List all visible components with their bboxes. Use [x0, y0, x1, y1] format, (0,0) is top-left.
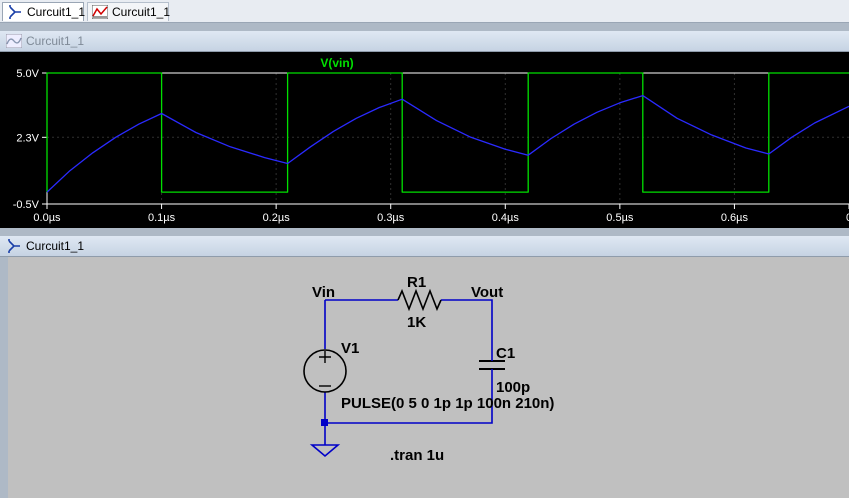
tab-label: Curcuit1_1 [112, 5, 171, 19]
x-tick-label: 0.5µs [606, 212, 634, 224]
spice-directive[interactable]: .tran 1u [390, 447, 444, 464]
waveform-icon [5, 33, 23, 49]
v1-name-label[interactable]: V1 [341, 340, 359, 357]
schematic-window-titlebar[interactable]: Curcuit1_1 [0, 236, 849, 257]
waveform-chart: 5.0V 2.3V -0.5V0.0µs 0.1µs 0.2µs 0.3µs 0.4µs 0.… [13, 56, 849, 224]
voltage-source-v1[interactable] [303, 349, 347, 393]
plot-axes: 5.0V 2.3V -0.5V0.0µs 0.1µs 0.2µs 0.3µs 0.4µs 0.… [13, 68, 849, 224]
waveform-plot-pane[interactable]: 5.0V 2.3V -0.5V 0.0µs 0.1µs 0.2µs 0.3µs 0.4µs 0.… [0, 52, 849, 228]
waveform-window-titlebar[interactable]: Curcuit1_1 [0, 31, 849, 52]
schematic-icon [6, 239, 22, 253]
waveform-icon [91, 4, 109, 20]
tab-label: Curcuit1_1 [27, 5, 86, 19]
y-tick-label: 2.3V [16, 132, 39, 144]
plot-frame [46, 72, 849, 205]
v1-value-label[interactable]: PULSE(0 5 0 1p 1p 100n 210n) [341, 395, 554, 412]
trace-vvin[interactable] [46, 72, 849, 193]
y-tick-label: -0.5V [13, 199, 40, 211]
tab-schematic[interactable]: Curcuit1_1 [2, 2, 86, 21]
x-tick-label: 0.4µs [492, 212, 520, 224]
tab-waveform[interactable]: Curcuit1_1 [87, 2, 171, 21]
x-tick-label: 0.1µs [148, 212, 176, 224]
waveform-window-title: Curcuit1_1 [26, 34, 85, 48]
y-tick-label: 5.0V [16, 68, 39, 80]
document-tab-bar: Curcuit1_1 Curcuit1_1 [0, 0, 849, 23]
r1-name-label[interactable]: R1 [407, 274, 426, 291]
ground-symbol[interactable] [309, 444, 341, 458]
trace-label-vvin[interactable]: V(vin) [320, 56, 353, 70]
resistor-r1[interactable] [397, 288, 442, 312]
c1-name-label[interactable]: C1 [496, 345, 515, 362]
r1-value-label[interactable]: 1K [407, 314, 426, 331]
schematic-icon [7, 5, 23, 19]
c1-value-label[interactable]: 100p [496, 379, 530, 396]
schematic-canvas[interactable]: Vin Vout R1 1K C1 100p V1 PULSE(0 5 0 1p… [0, 257, 849, 498]
x-tick-label: 0.6µs [721, 212, 749, 224]
junction-dot [321, 419, 328, 426]
schematic-drawing: Vin Vout R1 1K C1 100p V1 PULSE(0 5 0 1p… [303, 274, 554, 464]
trace-series-2[interactable] [46, 94, 849, 193]
capacitor-c1[interactable] [479, 360, 505, 370]
net-label-vout[interactable]: Vout [471, 284, 503, 301]
plot-grid [47, 73, 849, 204]
net-label-vin[interactable]: Vin [312, 284, 335, 301]
x-tick-label: 0.0µs [33, 212, 61, 224]
schematic-window-title: Curcuit1_1 [26, 239, 85, 253]
x-tick-label: 0.3µs [377, 212, 405, 224]
plot-traces [46, 72, 849, 193]
x-tick-label: 0.2µs [263, 212, 291, 224]
wire-r1-to-vout[interactable] [441, 299, 493, 357]
